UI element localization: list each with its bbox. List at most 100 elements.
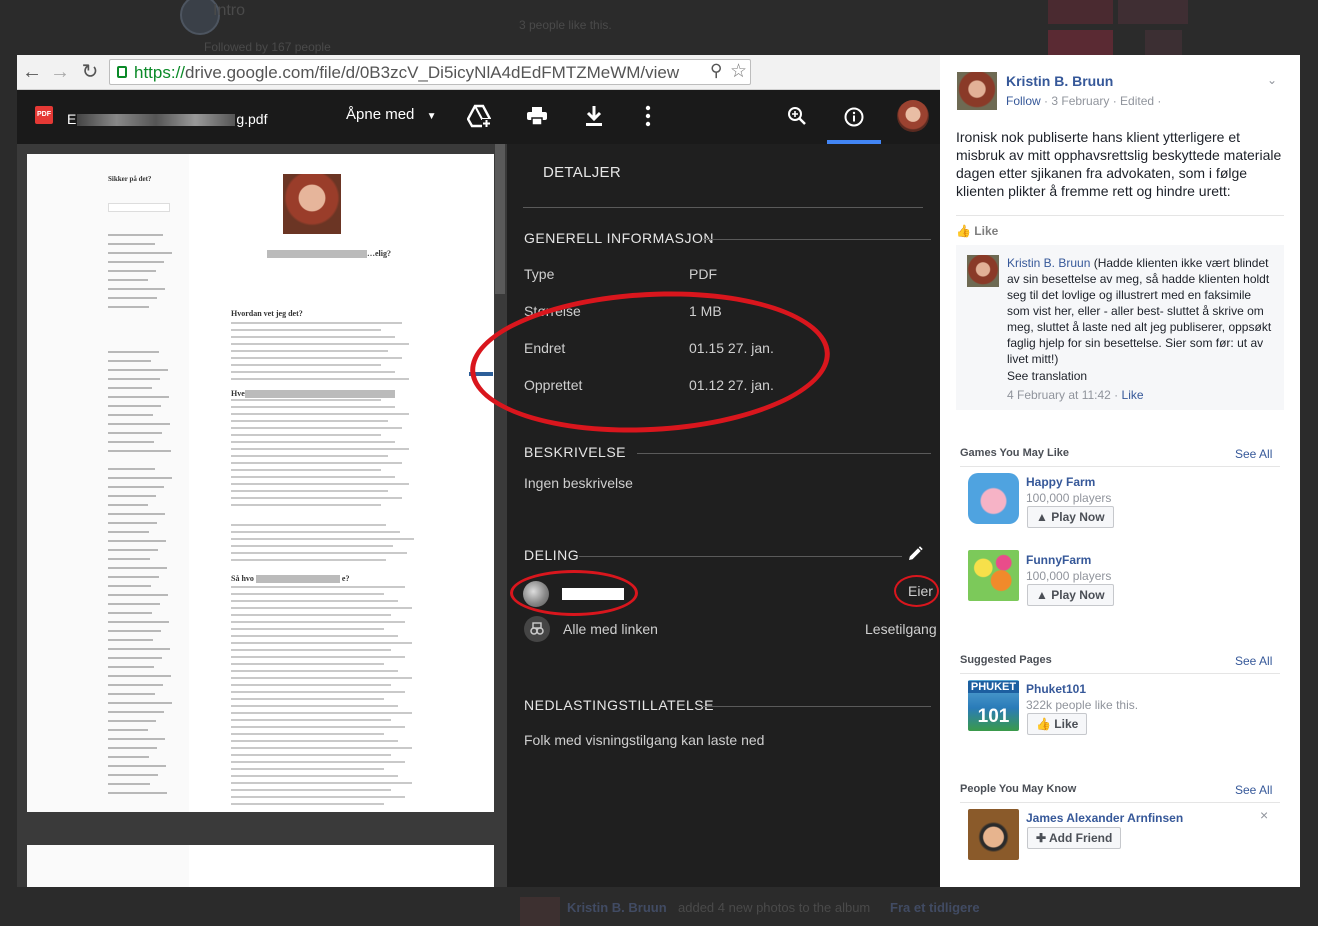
page-sidebar-line: [108, 513, 165, 515]
download-icon[interactable]: [585, 106, 603, 126]
comment-text: Kristin B. Bruun (Hadde klienten ikke væ…: [1007, 255, 1272, 367]
page-text-line: [231, 726, 405, 728]
page-text-line: [231, 747, 412, 749]
funnyfarm-play-button[interactable]: ▲ Play Now: [1027, 584, 1114, 606]
page-text-line: [231, 803, 384, 805]
thumbs-up-icon: 👍: [1036, 717, 1051, 731]
comment-author-avatar[interactable]: [967, 255, 999, 287]
comment-like-link[interactable]: Like: [1122, 388, 1144, 402]
open-with-button[interactable]: Åpne med ▼: [346, 106, 436, 123]
page-sidebar-line: [108, 405, 161, 407]
preview-scrollbar[interactable]: [495, 144, 505, 294]
pdf-page-2[interactable]: [27, 845, 494, 887]
add-friend-label: Add Friend: [1048, 831, 1113, 845]
page-text-line: [231, 322, 402, 324]
games-see-all[interactable]: See All: [1235, 447, 1272, 461]
description-text[interactable]: Ingen beskrivelse: [524, 475, 633, 491]
page-sidebar-line: [108, 792, 167, 794]
link-sharing-access[interactable]: Lesetilgang: [865, 621, 937, 637]
page-text-line: [231, 621, 405, 623]
page-heading-main-text: …elig?: [367, 249, 391, 258]
funnyfarm-play-label: Play Now: [1051, 588, 1105, 602]
post-like-label: Like: [974, 224, 999, 238]
general-info-rule: [703, 239, 931, 240]
page-sidebar-line: [108, 234, 163, 236]
download-permission-rule: [702, 706, 931, 707]
happy-farm-name[interactable]: Happy Farm: [1026, 475, 1095, 489]
page-heading-2-text: Hve: [231, 389, 245, 398]
zoom-icon[interactable]: ⚲: [710, 61, 722, 81]
page-sidebar-line: [108, 450, 171, 452]
account-avatar[interactable]: [897, 100, 929, 132]
page-sidebar-line: [108, 648, 170, 650]
page-heading-2: Hve: [231, 389, 395, 399]
james-avatar[interactable]: [968, 809, 1019, 860]
james-name[interactable]: James Alexander Arnfinsen: [1026, 811, 1183, 825]
page-text-line: [231, 796, 405, 798]
happy-farm-thumbnail[interactable]: [968, 473, 1019, 524]
page-photo: [283, 174, 341, 234]
bookmark-star-icon[interactable]: ☆: [730, 60, 747, 83]
general-info-heading: GENERELL INFORMASJON: [524, 230, 714, 246]
post-author-avatar[interactable]: [957, 72, 997, 110]
address-bar[interactable]: https://drive.google.com/file/d/0B3zcV_D…: [109, 59, 751, 85]
follow-link[interactable]: Follow: [1006, 94, 1041, 108]
phuket101-thumbnail[interactable]: PHUKET 101: [968, 680, 1019, 731]
page-sidebar-line: [108, 531, 149, 533]
comment-author-name[interactable]: Kristin B. Bruun: [1007, 256, 1090, 270]
page-sidebar-line: [108, 468, 155, 470]
page-heading-3: Så hvo e?: [231, 574, 349, 584]
page-sidebar-line: [108, 369, 168, 371]
zoom-in-icon[interactable]: [787, 106, 807, 126]
page-sidebar-title: Sikker på det?: [108, 175, 152, 183]
reload-icon[interactable]: ↻: [77, 59, 103, 85]
add-friend-button[interactable]: ✚ Add Friend: [1027, 827, 1122, 849]
description-heading: BESKRIVELSE: [524, 444, 626, 460]
page-sidebar-line: [108, 666, 154, 668]
edit-sharing-pencil-icon[interactable]: [907, 546, 923, 562]
add-to-drive-icon[interactable]: [466, 104, 492, 128]
page-sidebar-line: [108, 477, 172, 479]
page-text-line: [231, 705, 398, 707]
page-sidebar-line: [108, 495, 156, 497]
details-tab[interactable]: [827, 90, 881, 144]
page-text-line: [231, 607, 412, 609]
page-text-line: [231, 413, 409, 415]
post-author-name[interactable]: Kristin B. Bruun: [1006, 73, 1113, 89]
see-translation-link[interactable]: See translation: [1007, 368, 1087, 384]
background-footer-album: Fra et tidligere: [890, 900, 980, 915]
phuket101-name[interactable]: Phuket101: [1026, 682, 1086, 696]
drive-viewer: PDF Eg.pdf Åpne med ▼ Sikker på det? …el…: [17, 90, 940, 887]
funnyfarm-thumbnail[interactable]: [968, 550, 1019, 601]
phuket101-thumb-top: PHUKET: [968, 681, 1019, 693]
background-photo: [1145, 30, 1182, 55]
happy-farm-play-button[interactable]: ▲ Play Now: [1027, 506, 1114, 528]
page-text-line: [231, 552, 407, 554]
suggested-pages-see-all[interactable]: See All: [1235, 654, 1272, 668]
funnyfarm-name[interactable]: FunnyFarm: [1026, 553, 1091, 567]
page-sidebar-line: [108, 603, 160, 605]
dismiss-suggestion-icon[interactable]: ×: [1260, 807, 1268, 823]
page-text-line: [231, 504, 381, 506]
pdf-page[interactable]: Sikker på det? …elig? Hvordan vet jeg de…: [27, 154, 494, 812]
page-text-line: [231, 524, 386, 526]
back-arrow-icon[interactable]: ←: [19, 59, 45, 85]
phuket101-like-button[interactable]: 👍 Like: [1027, 713, 1088, 735]
people-see-all[interactable]: See All: [1235, 783, 1272, 797]
page-text-line: [231, 350, 388, 352]
comment-time: 4 February at 11:42 ·: [1007, 388, 1122, 402]
page-text-line: [231, 343, 409, 345]
page-text-line: [231, 559, 386, 561]
forward-arrow-icon[interactable]: →: [47, 59, 73, 85]
page-text-line: [231, 399, 381, 401]
page-text-line: [231, 740, 398, 742]
more-options-icon[interactable]: [645, 104, 651, 128]
page-sidebar-line: [108, 243, 155, 245]
post-like-button[interactable]: 👍 Like: [956, 224, 998, 238]
page-text-line: [231, 406, 395, 408]
print-icon[interactable]: [527, 107, 547, 126]
post-options-chevron-icon[interactable]: ⌄: [1267, 73, 1277, 87]
post-date: · 3 February · Edited ·: [1040, 94, 1162, 108]
page-heading-3-redaction: [255, 575, 340, 584]
browser-toolbar: ← → ↻ https://drive.google.com/file/d/0B…: [17, 55, 940, 90]
